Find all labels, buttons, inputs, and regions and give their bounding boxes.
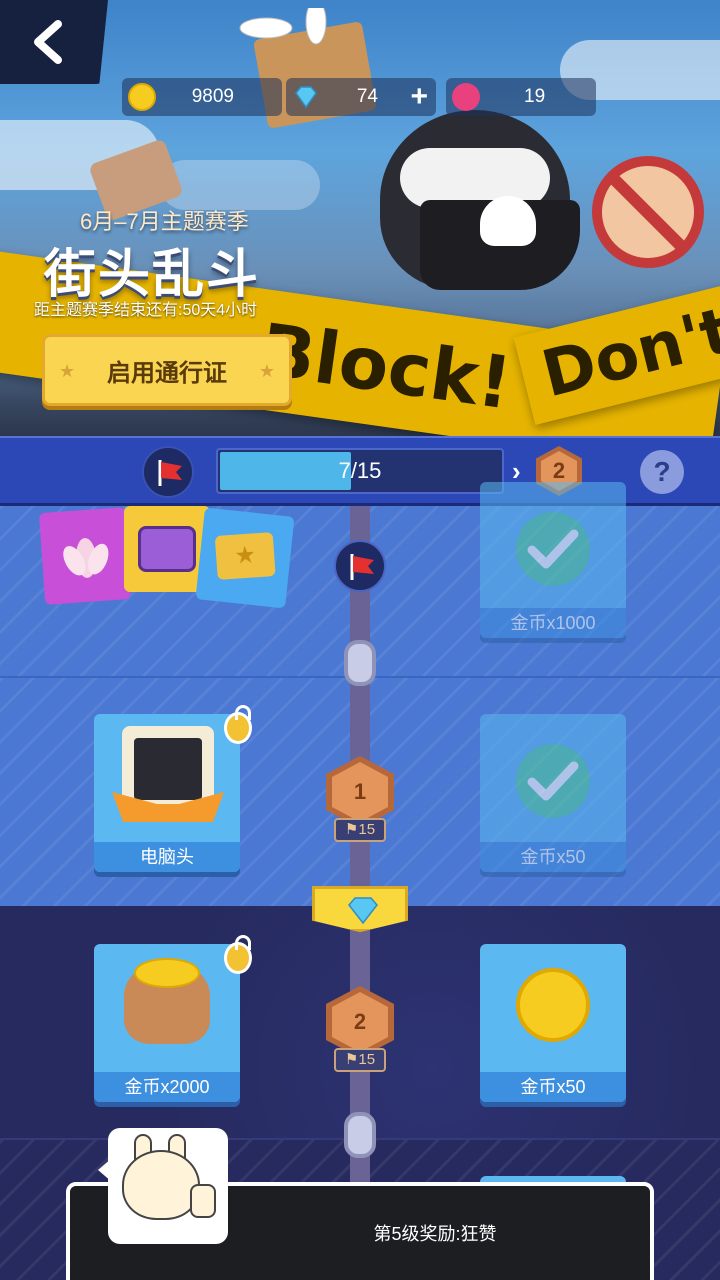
lock-icon — [224, 705, 252, 744]
reward-card-claimed[interactable]: 金币x50 — [480, 714, 626, 872]
level-node: 2 ⚑15 — [326, 986, 394, 1076]
no-pizza-sign-icon — [592, 156, 704, 268]
cloud — [160, 160, 320, 210]
star-icon: ★ — [59, 361, 76, 381]
season-remaining-time: 距主题赛季结束还有:50天4小时 — [34, 302, 258, 319]
reward-card-claimed[interactable]: 金币x1000 — [480, 482, 626, 638]
ticket-card: ★ — [195, 507, 295, 609]
reward-label: 金币x50 — [480, 842, 626, 872]
toast-message: 第5级奖励:狂赞 — [373, 1224, 497, 1244]
chain-link — [344, 640, 376, 686]
gem-icon — [348, 897, 378, 925]
coin-count: 9809 — [191, 86, 234, 107]
lotus-icon — [63, 537, 109, 578]
gem-balance[interactable]: 74 + — [286, 78, 436, 116]
activate-pass-button[interactable]: ★ 启用通行证 ★ — [42, 334, 292, 406]
flag-count: 15 — [358, 1051, 376, 1068]
red-flag-icon — [158, 460, 182, 486]
coin-bag-icon — [124, 958, 210, 1044]
flag-requirement: ⚑15 — [334, 1048, 386, 1072]
level-number: 2 — [332, 992, 388, 1052]
activate-pass-label: 启用通行证 — [107, 359, 227, 387]
add-gems-button[interactable]: + — [410, 80, 428, 114]
level-node: 1 ⚑15 — [326, 756, 394, 846]
thumbs-up-icon — [190, 1184, 216, 1218]
progress-text: 7/15 — [338, 458, 382, 483]
current-level-marker — [334, 540, 386, 592]
back-button[interactable] — [0, 0, 108, 84]
coin-balance: 9809 — [122, 78, 282, 116]
reward-label: 金币x1000 — [480, 608, 626, 638]
skull-icon — [480, 196, 536, 246]
coin-icon — [516, 968, 590, 1042]
gem-count: 74 — [356, 86, 378, 107]
bunny-face-icon — [122, 1150, 200, 1220]
flag-requirement: ⚑15 — [334, 818, 386, 842]
claimed-check-icon — [516, 512, 590, 586]
star-icon: ★ — [258, 361, 275, 381]
reward-card-locked[interactable]: 电脑头 — [94, 714, 240, 872]
flag-badge — [142, 446, 194, 498]
gem-icon — [295, 86, 317, 109]
flag-count: 15 — [358, 821, 376, 838]
lotus-balance: 19 — [446, 78, 596, 116]
bunny-thumbs-up-sticker — [98, 1128, 228, 1244]
pass-preview-cards[interactable]: ★ — [38, 506, 295, 609]
reward-card-locked[interactable]: 金币x2000 — [94, 944, 240, 1102]
lotus-count: 19 — [524, 86, 546, 107]
red-flag-icon — [350, 554, 374, 580]
season-banner: Block! Don't B 6月–7月主题赛季 街头乱斗 距主题赛季结束还有:… — [0, 0, 720, 436]
bunny-ears-icon — [239, 8, 327, 45]
lotus-card — [38, 507, 132, 605]
chest-icon — [138, 526, 196, 572]
reward-label: 金币x50 — [480, 1072, 626, 1102]
chevron-left-icon — [34, 20, 62, 64]
chain-link — [344, 1112, 376, 1158]
computer-head-icon — [112, 726, 224, 822]
level-number: 1 — [332, 762, 388, 822]
help-button[interactable]: ? — [640, 450, 684, 494]
lock-icon — [224, 935, 252, 974]
reward-card[interactable]: 金币x50 — [480, 944, 626, 1102]
reward-label: 金币x2000 — [94, 1072, 240, 1102]
reward-label: 电脑头 — [94, 842, 240, 872]
ticket-icon: ★ — [214, 532, 276, 580]
claimed-check-icon — [516, 744, 590, 818]
progress-track: 7/15 — [216, 448, 504, 494]
robot-visor — [400, 148, 550, 208]
coin-icon — [128, 83, 156, 111]
lotus-icon — [452, 83, 480, 111]
